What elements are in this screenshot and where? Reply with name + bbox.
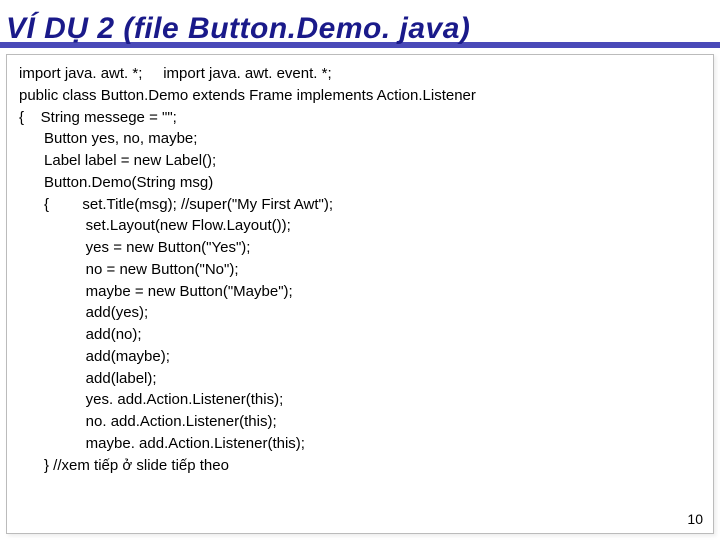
code-line: } //xem tiếp ở slide tiếp theo [19,455,701,477]
code-line: yes = new Button("Yes"); [19,237,701,259]
code-content-box: import java. awt. *; import java. awt. e… [6,54,714,534]
code-line: add(no); [19,324,701,346]
code-line: maybe = new Button("Maybe"); [19,281,701,303]
code-line: Button yes, no, maybe; [19,128,701,150]
code-line: add(yes); [19,302,701,324]
code-line: add(maybe); [19,346,701,368]
code-line: yes. add.Action.Listener(this); [19,389,701,411]
code-line: no = new Button("No"); [19,259,701,281]
code-line: maybe. add.Action.Listener(this); [19,433,701,455]
code-line: { set.Title(msg); //super("My First Awt"… [19,194,701,216]
code-line: no. add.Action.Listener(this); [19,411,701,433]
code-line: { String messege = ""; [19,107,701,129]
code-line: Button.Demo(String msg) [19,172,701,194]
page-number: 10 [687,511,703,527]
code-line: Label label = new Label(); [19,150,701,172]
code-line: add(label); [19,368,701,390]
slide-title: VÍ DỤ 2 (file Button.Demo. java) [6,12,470,48]
code-line: import java. awt. *; import java. awt. e… [19,63,701,85]
title-bar: VÍ DỤ 2 (file Button.Demo. java) [0,0,720,48]
code-line: public class Button.Demo extends Frame i… [19,85,701,107]
code-line: set.Layout(new Flow.Layout()); [19,215,701,237]
